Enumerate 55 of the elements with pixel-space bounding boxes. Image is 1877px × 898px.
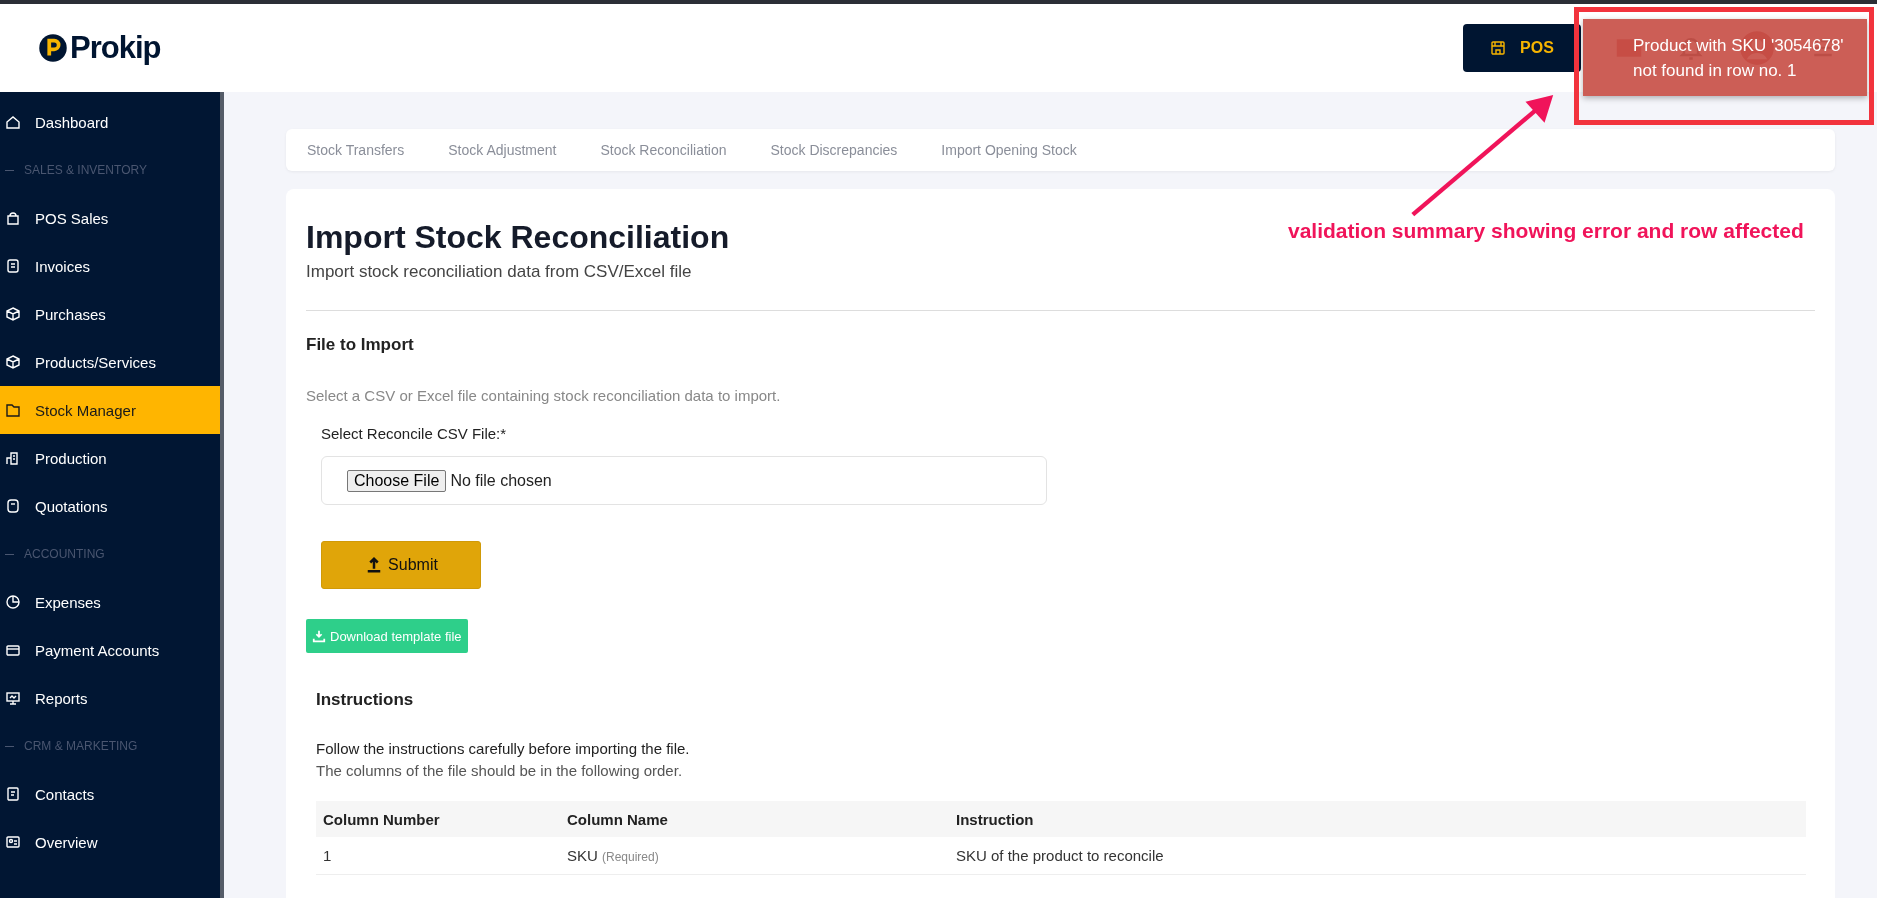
box-icon	[5, 354, 21, 370]
file-status: No file chosen	[450, 471, 552, 490]
instructions-note: The columns of the file should be in the following order.	[316, 762, 684, 779]
sidebar-item[interactable]: POS Sales	[0, 194, 220, 242]
download-icon	[312, 629, 326, 643]
page-title: Import Stock Reconciliation	[306, 219, 730, 256]
sidebar-item[interactable]: Products/Services	[0, 338, 220, 386]
folder-icon	[5, 402, 21, 418]
column-header: Instruction	[949, 801, 1806, 837]
helper-text: Select a CSV or Excel file containing stock reconciliation data to import.	[306, 387, 782, 404]
instructions-text: Follow the instructions carefully before importing the file.	[316, 740, 691, 757]
sidebar-item[interactable]: Dashboard	[0, 98, 220, 146]
submit-button[interactable]: Submit	[321, 541, 481, 589]
sidebar-item[interactable]: Stock Manager	[0, 386, 220, 434]
box-icon	[5, 306, 21, 322]
section-label: CRM & MARKETING	[24, 739, 138, 753]
id-card-icon	[5, 834, 21, 850]
table-cell: SKU	[567, 847, 598, 864]
sidebar-item[interactable]: Quotations	[0, 482, 220, 530]
home-icon	[5, 114, 21, 130]
pie-chart-icon	[5, 594, 21, 610]
error-toast: Product with SKU '3054678' not found in row no. 1	[1583, 19, 1867, 96]
field-label: Select Reconcile CSV File:*	[321, 425, 508, 442]
invoice-icon	[5, 258, 21, 274]
sidebar-item[interactable]: Purchases	[0, 290, 220, 338]
required-note: (Required)	[602, 850, 659, 864]
sidebar-item[interactable]: Payment Accounts	[0, 626, 220, 674]
sidebar-item[interactable]: Expenses	[0, 578, 220, 626]
column-header: Column Number	[316, 801, 560, 837]
sidebar-item[interactable]: Production	[0, 434, 220, 482]
choose-file-button[interactable]: Choose File	[347, 469, 447, 492]
logo-icon	[38, 33, 68, 63]
logo-text: Prokip	[70, 30, 161, 66]
section-title: File to Import	[306, 335, 415, 355]
sidebar-item[interactable]: Overview	[0, 818, 220, 866]
document-icon	[5, 786, 21, 802]
table-cell: 1	[316, 837, 560, 875]
section-label: SALES & INVENTORY	[24, 163, 147, 177]
store-icon	[1490, 40, 1507, 56]
building-icon	[5, 450, 21, 466]
table-cell: SKU of the product to reconcile	[949, 837, 1806, 875]
calculator-icon	[5, 498, 21, 514]
pos-button[interactable]: POS	[1463, 24, 1581, 72]
column-header: Column Name	[560, 801, 949, 837]
file-input-field[interactable]: Choose File No file chosen	[321, 456, 1047, 505]
presentation-icon	[5, 690, 21, 706]
bag-icon	[5, 210, 21, 226]
instructions-title: Instructions	[316, 690, 415, 710]
page-subtitle: Import stock reconciliation data from CSV/Excel file	[306, 262, 693, 282]
sidebar-item[interactable]: Invoices	[0, 242, 220, 290]
section-label: ACCOUNTING	[24, 547, 105, 561]
annotation-text: validation summary showing error and row affected	[1288, 218, 1805, 244]
sidebar-item[interactable]: Contacts	[0, 770, 220, 818]
card-icon	[5, 642, 21, 658]
sidebar-item[interactable]: Reports	[0, 674, 220, 722]
